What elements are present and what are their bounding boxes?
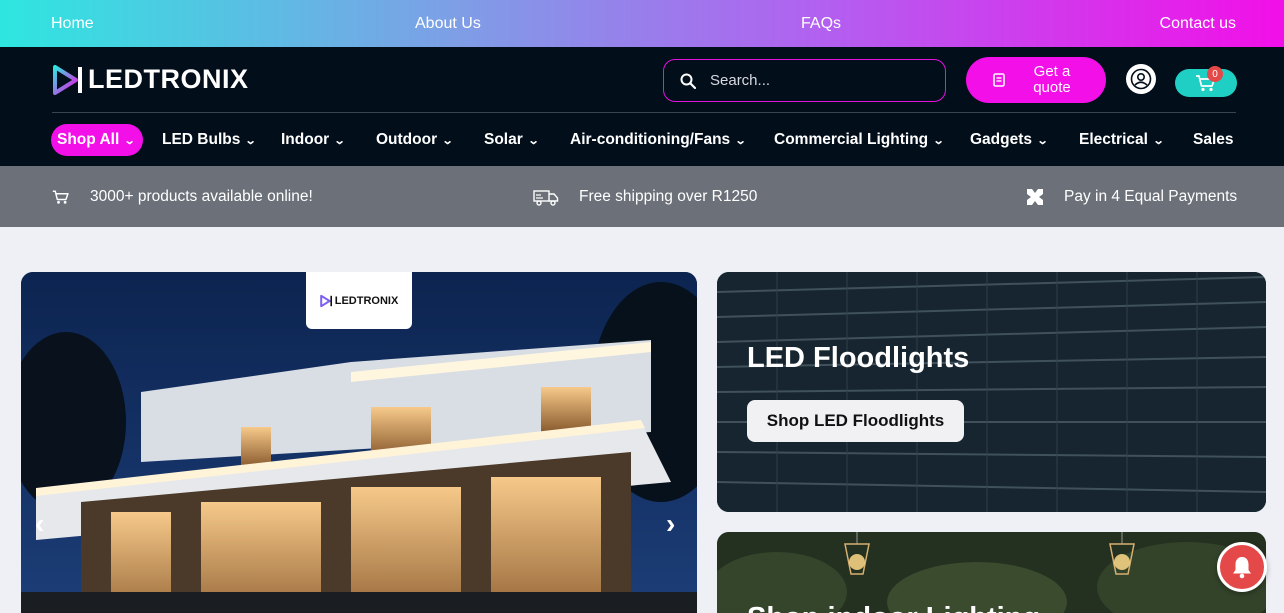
nav-sales[interactable]: Sales: [1193, 124, 1234, 156]
info-shipping-text: Free shipping over R1250: [579, 187, 758, 205]
floodlights-title: LED Floodlights: [747, 342, 970, 374]
nav-label: Sales: [1193, 131, 1234, 148]
nav-outdoor[interactable]: Outdoor ⌄: [376, 124, 454, 156]
nav-led-bulbs[interactable]: LED Bulbs ⌄: [162, 124, 257, 156]
nav-label: Solar: [484, 131, 523, 148]
chevron-down-icon: ⌄: [1152, 134, 1165, 147]
document-icon: [993, 73, 1005, 87]
nav-gadgets[interactable]: Gadgets ⌄: [970, 124, 1049, 156]
top-link-about[interactable]: About Us: [415, 15, 481, 33]
site-logo[interactable]: LEDTRONIX: [52, 64, 249, 95]
floodlights-card[interactable]: LED Floodlights Shop LED Floodlights: [717, 272, 1266, 512]
indoor-lighting-card[interactable]: Shop indoor Lighting: [717, 532, 1266, 613]
nav-label: Shop All: [57, 131, 120, 148]
get-quote-label: Get a quote: [1033, 63, 1071, 96]
truck-icon: [533, 189, 559, 206]
nav-label: Air-conditioning/Fans: [570, 131, 731, 148]
nav-solar[interactable]: Solar ⌄: [484, 124, 540, 156]
chevron-down-icon: ⌄: [441, 134, 454, 147]
chevron-down-icon: ⌄: [734, 134, 747, 147]
indoor-lighting-title: Shop indoor Lighting: [747, 602, 1040, 613]
chevron-down-icon: ⌄: [333, 134, 346, 147]
chevron-down-icon: ⌄: [527, 134, 540, 147]
notification-button[interactable]: [1217, 542, 1267, 592]
hero-logo-card: LEDTRONIX: [306, 272, 412, 329]
search-icon: [680, 73, 696, 89]
header-divider: [52, 112, 1236, 113]
slider-prev-icon[interactable]: ‹: [35, 508, 44, 540]
chevron-down-icon: ⌄: [123, 134, 136, 147]
payment-icon: [1027, 188, 1043, 205]
nav-label: Gadgets: [970, 131, 1033, 148]
nav-commercial-lighting[interactable]: Commercial Lighting ⌄: [774, 124, 945, 156]
nav-label: LED Bulbs: [162, 131, 241, 148]
nav-indoor[interactable]: Indoor ⌄: [281, 124, 346, 156]
top-links-bar: Home About Us FAQs Contact us: [0, 0, 1284, 47]
main-nav: Shop All ⌄ LED Bulbs ⌄ Indoor ⌄ Outdoor ⌄ So…: [0, 124, 1284, 156]
cart-count-badge: 0: [1207, 66, 1223, 82]
top-link-contact[interactable]: Contact us: [1160, 15, 1236, 33]
nav-air-conditioning-fans[interactable]: Air-conditioning/Fans ⌄: [570, 124, 747, 156]
logo-play-icon: [53, 64, 82, 95]
hero-logo-text: LEDTRONIX: [334, 294, 399, 307]
info-products: 3000+ products available online!: [52, 166, 313, 227]
slider-next-icon[interactable]: ›: [666, 508, 675, 540]
user-icon: [1130, 68, 1152, 90]
info-shipping: Free shipping over R1250: [533, 166, 757, 227]
cart-icon: [52, 190, 69, 204]
search-input[interactable]: [710, 72, 930, 89]
logo-play-icon: [319, 294, 332, 307]
info-strip: 3000+ products available online! Free sh…: [0, 166, 1284, 227]
nav-electrical[interactable]: Electrical ⌄: [1079, 124, 1165, 156]
chevron-down-icon: ⌄: [932, 134, 945, 147]
nav-label: Electrical: [1079, 131, 1148, 148]
nav-shop-all[interactable]: Shop All ⌄: [51, 124, 143, 156]
get-quote-button[interactable]: Get a quote: [966, 57, 1106, 103]
indoor-lighting-image: [717, 532, 1266, 613]
bell-icon: [1233, 557, 1251, 579]
logo-text: LEDTRONIX: [88, 64, 249, 94]
info-payments: Pay in 4 Equal Payments: [1026, 166, 1237, 227]
chevron-down-icon: ⌄: [1036, 134, 1049, 147]
info-products-text: 3000+ products available online!: [90, 187, 313, 205]
top-link-faqs[interactable]: FAQs: [801, 15, 841, 33]
search-box: [663, 59, 946, 102]
top-link-home[interactable]: Home: [51, 15, 94, 33]
floodlights-image: [717, 272, 1266, 512]
nav-label: Outdoor: [376, 131, 438, 148]
nav-label: Indoor: [281, 131, 330, 148]
cart-button[interactable]: [1175, 69, 1237, 97]
account-button[interactable]: [1126, 64, 1156, 94]
shop-floodlights-button[interactable]: Shop LED Floodlights: [747, 400, 964, 442]
nav-label: Commercial Lighting: [774, 131, 929, 148]
hero-slider: LEDTRONIX ‹ ›: [21, 272, 697, 613]
info-payments-text: Pay in 4 Equal Payments: [1064, 187, 1238, 205]
chevron-down-icon: ⌄: [244, 134, 257, 147]
